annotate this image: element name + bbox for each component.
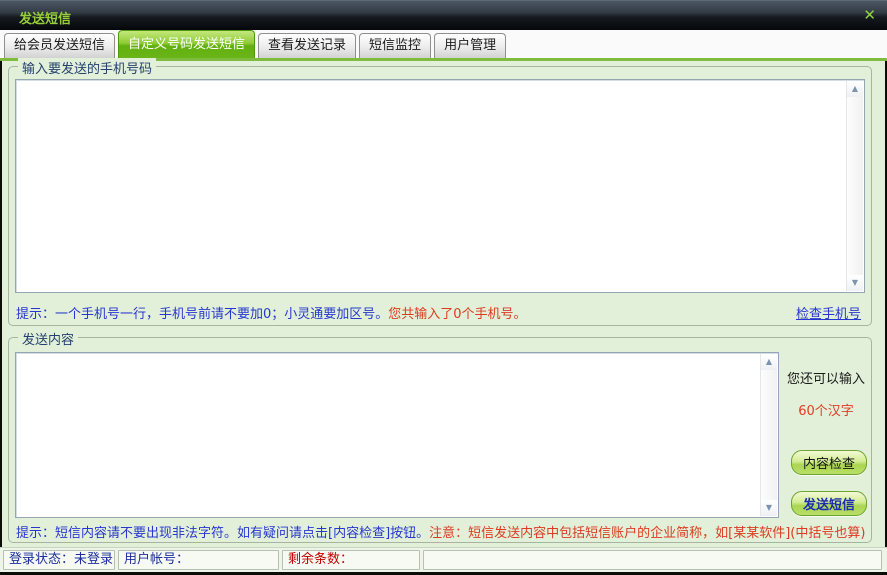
user-account-panel: 用户帐号： bbox=[118, 550, 279, 570]
remaining-count-panel: 剩余条数： bbox=[282, 550, 420, 570]
message-side-panel: 您还可以输入 60个汉字 内容检查 发送短信 bbox=[781, 338, 871, 518]
status-bar: 登录状态：未登录 用户帐号： 剩余条数： bbox=[0, 547, 887, 572]
status-spacer-panel bbox=[423, 550, 882, 570]
scroll-down-icon[interactable]: ▼ bbox=[761, 500, 777, 516]
send-sms-button[interactable]: 发送短信 bbox=[791, 491, 867, 516]
content-hint-text: 提示：短信内容请不要出现非法字符。如有疑问请点击[内容检查]按钮。 bbox=[16, 526, 429, 541]
content-check-button[interactable]: 内容检查 bbox=[791, 450, 867, 475]
phone-hint-text: 提示：一个手机号一行，手机号前请不要加0；小灵通要加区号。 bbox=[16, 307, 388, 322]
tab-send-to-members[interactable]: 给会员发送短信 bbox=[4, 33, 115, 58]
tab-user-management[interactable]: 用户管理 bbox=[434, 33, 506, 58]
content-hint-line: 提示：短信内容请不要出现非法字符。如有疑问请点击[内容检查]按钮。注意：短信发送… bbox=[16, 522, 865, 541]
phone-numbers-group: 输入要发送的手机号码 ▲ ▼ 提示：一个手机号一行，手机号前请不要加0；小灵通要… bbox=[8, 66, 872, 326]
tab-send-to-custom-numbers[interactable]: 自定义号码发送短信 bbox=[118, 30, 255, 58]
content-warning-text: 注意：短信发送内容中包括短信账户的企业简称，如[某某软件](中括号也算) bbox=[429, 526, 865, 541]
tab-bar: 给会员发送短信 自定义号码发送短信 查看发送记录 短信监控 用户管理 bbox=[0, 30, 887, 58]
tab-view-send-records[interactable]: 查看发送记录 bbox=[258, 33, 356, 58]
check-phone-numbers-link[interactable]: 检查手机号 bbox=[796, 303, 861, 322]
phone-numbers-input[interactable] bbox=[17, 81, 846, 291]
sms-app-window: 发送短信 ✕ 给会员发送短信 自定义号码发送短信 查看发送记录 短信监控 用户管… bbox=[0, 0, 887, 575]
message-content-group: 发送内容 ▲ ▼ 您还可以输入 60个汉字 内容检查 发送短信 提示：短信内容请… bbox=[8, 337, 872, 543]
phone-textarea-scrollbar[interactable]: ▲ ▼ bbox=[846, 81, 863, 291]
window-title: 发送短信 bbox=[19, 8, 71, 27]
scroll-up-icon[interactable]: ▲ bbox=[847, 81, 863, 97]
content-group-title: 发送内容 bbox=[18, 329, 78, 348]
message-textarea-scrollbar[interactable]: ▲ ▼ bbox=[760, 354, 777, 516]
title-bar: 发送短信 ✕ bbox=[0, 0, 887, 30]
tab-sms-monitor[interactable]: 短信监控 bbox=[359, 33, 431, 58]
close-icon[interactable]: ✕ bbox=[863, 6, 876, 24]
message-textarea-wrap: ▲ ▼ bbox=[15, 352, 779, 518]
scroll-down-icon[interactable]: ▼ bbox=[847, 275, 863, 291]
phone-group-title: 输入要发送的手机号码 bbox=[18, 58, 156, 77]
message-content-input[interactable] bbox=[17, 354, 760, 516]
phone-count-text: 您共输入了0个手机号。 bbox=[388, 307, 526, 322]
scroll-up-icon[interactable]: ▲ bbox=[761, 354, 777, 370]
phone-hint-line: 提示：一个手机号一行，手机号前请不要加0；小灵通要加区号。您共输入了0个手机号。 bbox=[16, 303, 527, 322]
remaining-input-label: 您还可以输入 bbox=[781, 368, 871, 387]
remaining-characters-count: 60个汉字 bbox=[781, 400, 871, 419]
login-status-panel: 登录状态：未登录 bbox=[3, 550, 115, 570]
phone-numbers-textarea-wrap: ▲ ▼ bbox=[15, 79, 865, 293]
